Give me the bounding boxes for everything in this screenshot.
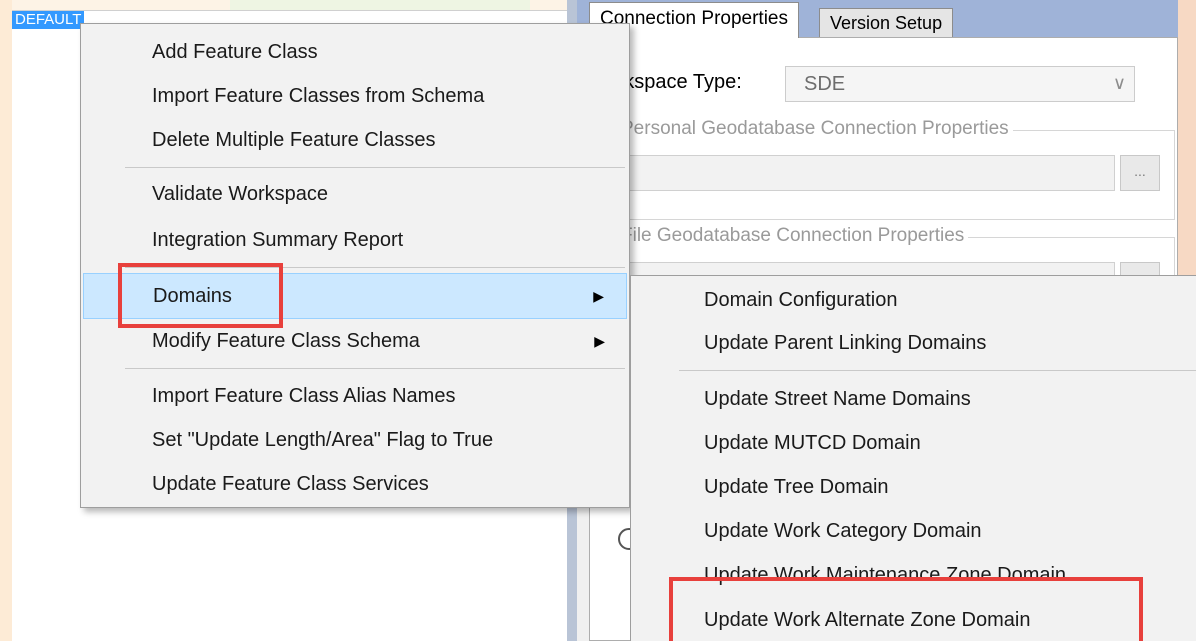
annotation-box-alternate-zone [669, 577, 1143, 641]
submenu-arrow-icon: ▶ [594, 333, 605, 349]
background-strip-left [0, 0, 12, 641]
file-geodatabase-group-title: File Geodatabase Connection Properties [617, 225, 969, 247]
chevron-down-icon: ∨ [1112, 73, 1126, 93]
menu-item-add-feature-class[interactable]: Add Feature Class [83, 32, 627, 72]
menu-item-update-parent-linking-domains[interactable]: Update Parent Linking Domains [633, 323, 1194, 363]
menu-item-domain-configuration[interactable]: Domain Configuration [633, 280, 1194, 320]
menu-item-validate-workspace[interactable]: Validate Workspace [83, 174, 627, 214]
menu-item-import-feature-class-alias-names[interactable]: Import Feature Class Alias Names [83, 376, 627, 416]
menu-item-update-mutcd-domain[interactable]: Update MUTCD Domain [633, 423, 1194, 463]
tab-strip: Connection Properties Version Setup [577, 0, 1178, 38]
menu-separator [679, 370, 1196, 371]
menu-item-import-feature-classes-from-schema[interactable]: Import Feature Classes from Schema [83, 76, 627, 116]
personal-geodatabase-browse-button[interactable]: ... [1120, 155, 1160, 191]
personal-geodatabase-path-field[interactable] [625, 155, 1115, 191]
menu-item-update-tree-domain[interactable]: Update Tree Domain [633, 467, 1194, 507]
menu-item-update-feature-class-services[interactable]: Update Feature Class Services [83, 464, 627, 504]
workspace-type-select[interactable]: SDE ∨ [785, 66, 1135, 102]
menu-item-delete-multiple-feature-classes[interactable]: Delete Multiple Feature Classes [83, 120, 627, 160]
submenu-arrow-icon: ▶ [593, 288, 604, 304]
menu-item-update-street-name-domains[interactable]: Update Street Name Domains [633, 379, 1194, 419]
annotation-box-domains [118, 263, 283, 328]
menu-item-set-update-length-area-flag[interactable]: Set "Update Length/Area" Flag to True [83, 420, 627, 460]
workspace-type-value: SDE [804, 73, 846, 95]
tree-node-default[interactable]: DEFAULT [12, 11, 85, 29]
menu-separator [125, 167, 625, 168]
personal-geodatabase-group-title: Personal Geodatabase Connection Properti… [617, 118, 1013, 140]
menu-item-update-work-category-domain[interactable]: Update Work Category Domain [633, 511, 1194, 551]
tab-version-setup[interactable]: Version Setup [819, 8, 954, 38]
menu-separator [125, 368, 625, 369]
menu-item-integration-summary-report[interactable]: Integration Summary Report [83, 220, 627, 260]
